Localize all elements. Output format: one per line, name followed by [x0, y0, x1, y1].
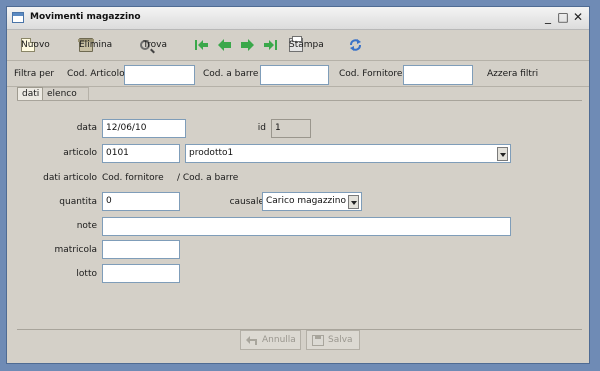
- new-button[interactable]: Nuovo: [21, 37, 50, 53]
- quantita-label: quantita: [59, 197, 97, 207]
- filter-cod-articolo-label: Cod. Articolo: [67, 69, 125, 79]
- first-record-button[interactable]: [194, 37, 209, 53]
- main-window: Movimenti magazzino _ □ ✕ Nuovo Elimina …: [6, 6, 590, 364]
- data-field[interactable]: 12/06/10: [102, 119, 186, 138]
- tab-dati[interactable]: dati: [17, 87, 43, 101]
- previous-record-button[interactable]: [217, 37, 232, 53]
- previous-record-icon: [217, 38, 232, 52]
- form-panel: data 12/06/10 id 1 articolo 0101 prodott…: [17, 100, 582, 329]
- causale-select-value: Carico magazzino: [266, 196, 346, 206]
- filter-bar: Filtra per Cod. Articolo Cod. a barre Co…: [7, 61, 589, 87]
- floppy-icon: [312, 334, 324, 346]
- minimize-icon[interactable]: _: [541, 10, 555, 24]
- refresh-button[interactable]: [348, 37, 363, 53]
- filter-cod-fornitore-input[interactable]: [403, 65, 473, 85]
- note-label: note: [76, 221, 97, 231]
- filter-prefix-label: Filtra per: [14, 69, 55, 79]
- next-record-icon: [240, 38, 255, 52]
- chevron-down-icon[interactable]: [497, 147, 508, 161]
- id-field: 1: [271, 119, 311, 138]
- maximize-icon[interactable]: □: [556, 10, 570, 24]
- lotto-label: lotto: [76, 269, 97, 279]
- lotto-field[interactable]: [102, 264, 180, 283]
- filter-cod-barre-label: Cod. a barre: [203, 69, 259, 79]
- refresh-icon: [348, 38, 363, 52]
- delete-label: Elimina: [79, 40, 113, 50]
- causale-label: causale: [229, 197, 264, 207]
- articolo-label: articolo: [63, 148, 97, 158]
- articolo-select-value: prodotto1: [189, 148, 234, 158]
- tab-elenco[interactable]: elenco: [43, 87, 89, 101]
- title-bar: Movimenti magazzino _ □ ✕: [7, 7, 589, 30]
- window-icon: [12, 12, 24, 23]
- new-label: Nuovo: [21, 40, 50, 50]
- matricola-label: matricola: [54, 245, 97, 255]
- chevron-down-icon[interactable]: [348, 195, 359, 209]
- print-button[interactable]: Stampa: [289, 36, 324, 53]
- next-record-button[interactable]: [240, 37, 255, 53]
- first-record-icon: [194, 38, 209, 52]
- toolbar: Nuovo Elimina Trova Stampa: [7, 30, 589, 61]
- cancel-button[interactable]: Annulla: [240, 330, 301, 350]
- undo-icon: [246, 335, 258, 346]
- quantita-field[interactable]: 0: [102, 192, 180, 211]
- window-title: Movimenti magazzino: [30, 12, 141, 22]
- find-label: Trova: [143, 40, 168, 50]
- note-field[interactable]: [102, 217, 511, 236]
- save-label: Salva: [328, 335, 353, 345]
- filter-cod-barre-input[interactable]: [260, 65, 329, 85]
- filter-cod-fornitore-label: Cod. Fornitore: [339, 69, 403, 79]
- data-label: data: [76, 123, 97, 133]
- dati-articolo-label: dati articolo: [43, 173, 97, 183]
- matricola-field[interactable]: [102, 240, 180, 259]
- close-icon[interactable]: ✕: [571, 10, 585, 24]
- find-button[interactable]: Trova: [140, 37, 167, 53]
- dati-articolo-barre: / Cod. a barre: [177, 173, 239, 183]
- id-label: id: [257, 123, 266, 133]
- print-label: Stampa: [289, 40, 324, 50]
- delete-button[interactable]: Elimina: [78, 37, 112, 53]
- dati-articolo-fornitore: Cod. fornitore: [102, 173, 164, 183]
- filter-cod-articolo-input[interactable]: [124, 65, 195, 85]
- last-record-icon: [263, 38, 278, 52]
- save-button[interactable]: Salva: [306, 330, 360, 350]
- articolo-select[interactable]: prodotto1: [185, 144, 511, 163]
- causale-select[interactable]: Carico magazzino: [262, 192, 362, 211]
- last-record-button[interactable]: [263, 37, 278, 53]
- articolo-code-field[interactable]: 0101: [102, 144, 180, 163]
- cancel-label: Annulla: [262, 335, 296, 345]
- reset-filters-link[interactable]: Azzera filtri: [487, 69, 538, 79]
